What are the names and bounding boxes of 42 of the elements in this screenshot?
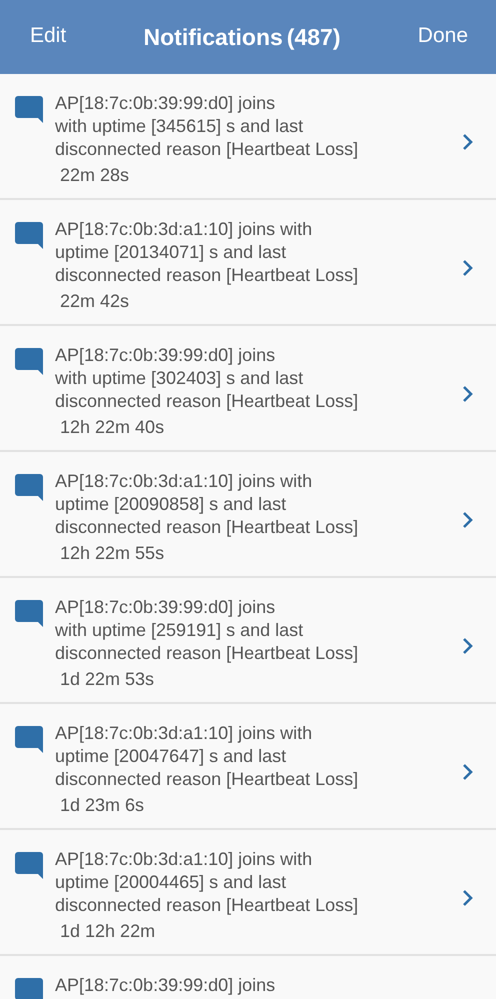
notification-row[interactable]: AP[18:7c:0b:3d:a1:10] joins with uptime [20004465] s and last disconnected reason [Heartbeat Loss] 1d 12h 22m	[0, 830, 496, 956]
chevron-icon	[462, 511, 474, 529]
message-icon	[15, 474, 43, 501]
chevron-icon	[462, 889, 474, 907]
notification-row[interactable]: AP[18:7c:0b:3d:a1:10] joins with uptime [20134071] s and last disconnected reason [Heartbeat Loss] 22m 42s	[0, 200, 496, 326]
chevron-icon	[462, 385, 474, 403]
elapsed-time: 1d 23m 6s	[60, 794, 146, 817]
title: Notifications	[144, 24, 283, 50]
message-icon	[15, 96, 43, 123]
elapsed-time: 22m 42s	[60, 290, 130, 313]
notification-row[interactable]: AP[18:7c:0b:3d:a1:10] joins with uptime [20047647] s and last disconnected reason [Heartbeat Loss] 1d 23m 6s	[0, 704, 496, 830]
notification-row[interactable]: AP[18:7c:0b:39:99:d0] joins with uptime [345615] s and last disconnected reason [Heartbeat Loss] 22m 28s	[0, 74, 496, 200]
chevron-icon	[462, 763, 474, 781]
chevron-icon	[462, 637, 474, 655]
chevron-icon	[462, 259, 474, 277]
message-icon	[15, 348, 43, 375]
message-icon	[15, 852, 43, 879]
notification-message: AP[18:7c:0b:3d:a1:10] joins with uptime [20047647] s and last disconnected reason [Heartbeat Loss]	[55, 722, 360, 791]
notification-message: AP[18:7c:0b:3d:a1:10] joins with uptime [20090858] s and last disconnected reason [Heartbeat Loss]	[55, 470, 360, 539]
message-icon	[15, 222, 43, 249]
notification-row[interactable]: AP[18:7c:0b:3d:a1:10] joins with uptime [20090858] s and last disconnected reason [Heartbeat Loss] 12h 22m 55s	[0, 452, 496, 578]
done-button[interactable]: Done	[404, 24, 482, 48]
notification-row[interactable]: AP[18:7c:0b:39:99:d0] joins with uptime [302403] s and last disconnected reason [Heartbeat Loss] 12h 22m 40s	[0, 326, 496, 452]
elapsed-time: 12h 22m 55s	[60, 542, 166, 565]
notification-row[interactable]: AP[18:7c:0b:39:99:d0] joins with uptime [259191] s and last disconnected reason [Heartbeat Loss] 1d 22m 53s	[0, 578, 496, 704]
notification-row[interactable]: AP[18:7c:0b:39:99:d0] joins	[0, 956, 496, 999]
edit-button[interactable]: Edit	[16, 24, 80, 48]
notification-message: AP[18:7c:0b:3d:a1:10] joins with uptime [20134071] s and last disconnected reason [Heartbeat Loss]	[55, 218, 360, 287]
message-icon	[15, 600, 43, 627]
elapsed-time: 1d 12h 22m	[60, 920, 156, 943]
message-icon	[15, 978, 43, 999]
elapsed-time: 12h 22m 40s	[60, 416, 166, 439]
elapsed-time: 22m 28s	[60, 164, 130, 187]
notification-message: AP[18:7c:0b:39:99:d0] joins	[55, 974, 276, 997]
notification-message: AP[18:7c:0b:39:99:d0] joins with uptime [259191] s and last disconnected reason [Heartbeat Loss]	[55, 596, 360, 665]
notification-message: AP[18:7c:0b:39:99:d0] joins with uptime [345615] s and last disconnected reason [Heartbeat Loss]	[55, 92, 360, 161]
chevron-icon	[462, 133, 474, 151]
message-icon	[15, 726, 43, 753]
elapsed-time: 1d 22m 53s	[60, 668, 156, 691]
notification-message: AP[18:7c:0b:39:99:d0] joins with uptime [302403] s and last disconnected reason [Heartbeat Loss]	[55, 344, 360, 413]
notification-count: (487)	[286, 24, 340, 50]
notification-message: AP[18:7c:0b:3d:a1:10] joins with uptime [20004465] s and last disconnected reason [Heartbeat Loss]	[55, 848, 360, 917]
